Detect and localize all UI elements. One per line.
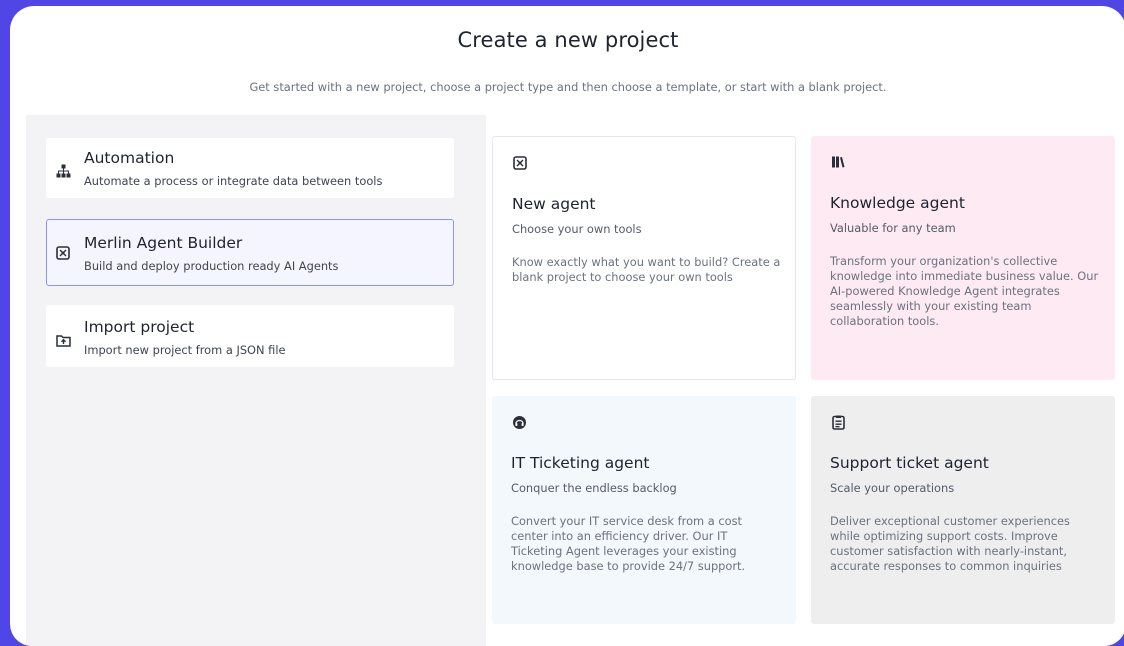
- modal-title: Create a new project: [457, 28, 679, 52]
- template-description: Convert your IT service desk from a cost…: [511, 514, 746, 573]
- template-name: New agent: [512, 195, 596, 213]
- template-name: IT Ticketing agent: [511, 454, 650, 472]
- books-icon: [830, 154, 846, 170]
- project-type-description: Import new project from a JSON file: [84, 343, 286, 357]
- project-type-description: Build and deploy production ready AI Age…: [84, 259, 339, 273]
- template-subtitle: Choose your own tools: [512, 222, 642, 236]
- template-new-agent[interactable]: New agent Choose your own tools Know exa…: [492, 136, 796, 380]
- template-it-ticketing-agent[interactable]: IT Ticketing agent Conquer the endless b…: [492, 396, 796, 624]
- agent-grid-icon: [55, 245, 71, 261]
- clipboard-icon: [830, 414, 846, 430]
- project-type-automation[interactable]: Automation Automate a process or integra…: [46, 138, 454, 198]
- template-description: Deliver exceptional customer experiences…: [830, 514, 1070, 573]
- project-type-name: Automation: [84, 149, 175, 167]
- template-name: Support ticket agent: [830, 454, 989, 472]
- template-description: Know exactly what you want to build? Cre…: [512, 255, 781, 284]
- project-type-import-project[interactable]: Import project Import new project from a…: [46, 305, 454, 367]
- sitemap-icon: [55, 163, 71, 179]
- agent-grid-icon: [512, 155, 528, 171]
- create-project-modal: Create a new project Get started with a …: [10, 6, 1124, 646]
- project-type-description: Automate a process or integrate data bet…: [84, 174, 383, 188]
- template-subtitle: Conquer the endless backlog: [511, 481, 677, 495]
- modal-subtitle: Get started with a new project, choose a…: [249, 80, 887, 94]
- template-subtitle: Valuable for any team: [830, 221, 956, 235]
- template-knowledge-agent[interactable]: Knowledge agent Valuable for any team Tr…: [811, 136, 1115, 380]
- headset-icon: [511, 414, 527, 430]
- template-description: Transform your organization's collective…: [830, 254, 1099, 328]
- project-type-merlin-agent-builder[interactable]: Merlin Agent Builder Build and deploy pr…: [46, 219, 454, 286]
- template-support-ticket-agent[interactable]: Support ticket agent Scale your operatio…: [811, 396, 1115, 624]
- project-type-name: Merlin Agent Builder: [84, 234, 243, 252]
- template-subtitle: Scale your operations: [830, 481, 955, 495]
- folder-import-icon: [55, 332, 71, 348]
- template-name: Knowledge agent: [830, 194, 965, 212]
- project-type-name: Import project: [84, 318, 195, 336]
